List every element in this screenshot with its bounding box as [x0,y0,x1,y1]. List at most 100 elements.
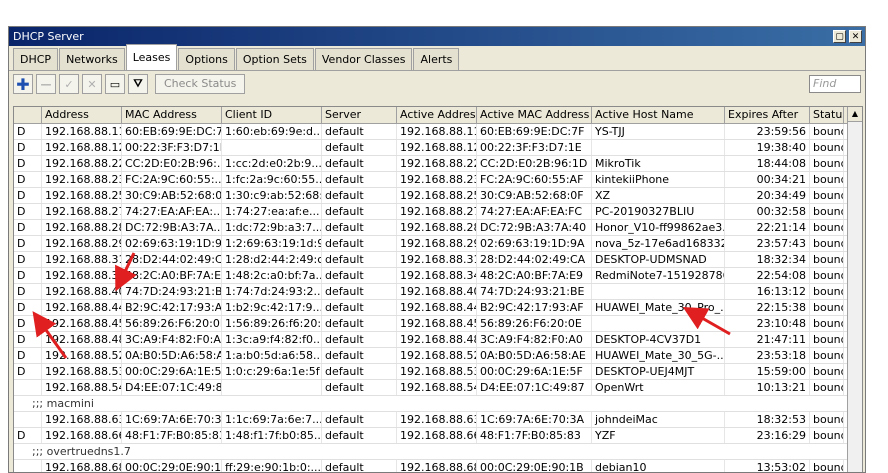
table-row[interactable]: 192.168.88.63 1C:69:7A:6E:70:3A 1:1c:69:7a… [14,412,862,428]
cell-mac: 48:2C:A0:BF:7A:E9 [122,268,222,283]
vertical-scrollbar[interactable]: ▲ [847,107,862,472]
cell-server: default [322,268,397,283]
tab-networks[interactable]: Networks [59,48,125,70]
find-input[interactable]: Find [809,75,861,93]
add-icon[interactable]: ✚ [13,74,33,94]
column-header[interactable]: Status [810,107,844,123]
cell-status: bound [810,204,844,219]
cell-mac: 74:27:EA:AF:EA:... [122,204,222,219]
column-header[interactable]: Active MAC Address [477,107,592,123]
table-row[interactable]: D 192.168.88.52 0A:B0:5D:A6:58:AE 1:a:b0:5d… [14,348,862,364]
comment-row[interactable]: ;;; macmini [14,396,862,412]
cell-status: bound [810,380,844,395]
table-row[interactable]: D 192.168.88.12 00:22:3F:F3:D7:1E default 19… [14,140,862,156]
table-row[interactable]: D 192.168.88.28 DC:72:9B:A3:7A... 1:dc:72:9… [14,220,862,236]
cell-host: Honor_V10-ff99862ae3... [592,220,725,235]
cell-host: DESKTOP-4CV37D1 [592,332,725,347]
comment-icon[interactable]: ▭ [105,74,125,94]
tab-leases[interactable]: Leases [125,44,178,70]
table-row[interactable]: D 192.168.88.34 48:2C:A0:BF:7A:E9 1:48:2c:a… [14,268,862,284]
table-row[interactable]: D 192.168.88.66 48:F1:7F:B0:85:83 1:48:f1:7… [14,428,862,444]
cell-client-id: 1:60:eb:69:9e:d... [222,124,322,139]
cell-client-id: 1:cc:2d:e0:2b:9... [222,156,322,171]
table-row[interactable]: 192.168.88.68 00:0C:29:0E:90:1B ff:29:e:90… [14,460,862,472]
table-row[interactable]: D 192.168.88.53 00:0C:29:6A:1E:5F 1:0:c:29:… [14,364,862,380]
column-header[interactable]: Active Host Name [592,107,725,123]
cell-mac: 00:22:3F:F3:D7:1E [122,140,222,155]
table-row[interactable]: D 192.168.88.31 28:D2:44:02:49:CA 1:28:d2:4… [14,252,862,268]
enable-icon[interactable]: ✓ [59,74,79,94]
cell-address: 192.168.88.28 [42,220,122,235]
cell-address: 192.168.88.12 [42,140,122,155]
cell-active-mac: 74:7D:24:93:21:BE [477,284,592,299]
cell-address: 192.168.88.63 [42,412,122,427]
cell-flag: D [14,284,42,299]
cell-expires: 00:34:21 [725,172,810,187]
filter-icon[interactable]: ⛛ [128,74,148,94]
check-status-button[interactable]: Check Status [155,74,246,94]
maximize-icon[interactable]: ▢ [833,30,846,43]
table-row[interactable]: D 192.168.88.29 02:69:63:19:1D:9A 1:2:69:63… [14,236,862,252]
column-header[interactable]: Server [322,107,397,123]
cell-host: HUAWEI_Mate_30_5G-... [592,348,725,363]
column-header[interactable]: Client ID [222,107,322,123]
table-row[interactable]: D 192.168.88.23 FC:2A:9C:60:55:... 1:fc:2a:… [14,172,862,188]
cell-address: 192.168.88.54 [42,380,122,395]
cell-address: 192.168.88.31 [42,252,122,267]
tab-vendor-classes[interactable]: Vendor Classes [314,48,413,70]
disable-icon[interactable]: ✕ [82,74,102,94]
cell-mac: DC:72:9B:A3:7A... [122,220,222,235]
cell-status: bound [810,220,844,235]
cell-status: bound [810,156,844,171]
comment-text: ;;; overtruedns1.7 [32,445,131,458]
cell-server: default [322,124,397,139]
cell-client-id [222,140,322,155]
column-header[interactable]: Address [42,107,122,123]
cell-status: bound [810,268,844,283]
table-row[interactable]: D 192.168.88.44 B2:9C:42:17:93:AF 1:b2:9c:4… [14,300,862,316]
cell-flag: D [14,332,42,347]
column-header[interactable]: Active Address [397,107,477,123]
table-row[interactable]: D 192.168.88.11 60:EB:69:9E:DC:7F 1:60:eb:6… [14,124,862,140]
table-row[interactable]: D 192.168.88.22 CC:2D:E0:2B:96:... 1:cc:2d:… [14,156,862,172]
table-row[interactable]: D 192.168.88.48 3C:A9:F4:82:F0:A0 1:3c:a9:f… [14,332,862,348]
cell-client-id: ff:29:e:90:1b:0:... [222,460,322,472]
close-icon[interactable]: ✕ [849,30,862,43]
cell-active-mac: 0A:B0:5D:A6:58:AE [477,348,592,363]
cell-status: bound [810,236,844,251]
cell-client-id: 1:56:89:26:f6:20:e [222,316,322,331]
comment-row[interactable]: ;;; overtruedns1.7 [14,444,862,460]
column-header[interactable]: MAC Address [122,107,222,123]
cell-address: 192.168.88.27 [42,204,122,219]
cell-flag [14,460,42,472]
cell-expires: 18:32:53 [725,412,810,427]
cell-mac: 1C:69:7A:6E:70:3A [122,412,222,427]
cell-active-mac: 1C:69:7A:6E:70:3A [477,412,592,427]
cell-server: default [322,460,397,472]
cell-client-id: 1:74:27:ea:af:e... [222,204,322,219]
tab-alerts[interactable]: Alerts [413,48,460,70]
tab-dhcp[interactable]: DHCP [13,48,59,70]
column-header[interactable]: Expires After [725,107,810,123]
cell-server: default [322,204,397,219]
cell-flag: D [14,188,42,203]
cell-address: 192.168.88.53 [42,364,122,379]
cell-server: default [322,300,397,315]
tab-option-sets[interactable]: Option Sets [235,48,314,70]
scroll-up-icon[interactable]: ▲ [848,107,862,122]
table-row[interactable]: D 192.168.88.25 30:C9:AB:52:68:0F 1:30:c9:a… [14,188,862,204]
table-row[interactable]: 192.168.88.54 D4:EE:07:1C:49:87 default 192… [14,380,862,396]
column-header[interactable] [14,107,42,123]
cell-host: debian10 [592,460,725,472]
cell-active-address: 192.168.88.63 [397,412,477,427]
cell-host: kintekiiPhone [592,172,725,187]
table-row[interactable]: D 192.168.88.40 74:7D:24:93:21:BE 1:74:7d:2… [14,284,862,300]
cell-flag: D [14,428,42,443]
cell-flag: D [14,140,42,155]
tab-options[interactable]: Options [178,48,235,70]
table-row[interactable]: D 192.168.88.27 74:27:EA:AF:EA:... 1:74:27:… [14,204,862,220]
remove-icon[interactable]: — [36,74,56,94]
cell-client-id: 1:48:f1:7f:b0:85... [222,428,322,443]
table-row[interactable]: D 192.168.88.45 56:89:26:F6:20:0E 1:56:89:2… [14,316,862,332]
cell-flag: D [14,316,42,331]
